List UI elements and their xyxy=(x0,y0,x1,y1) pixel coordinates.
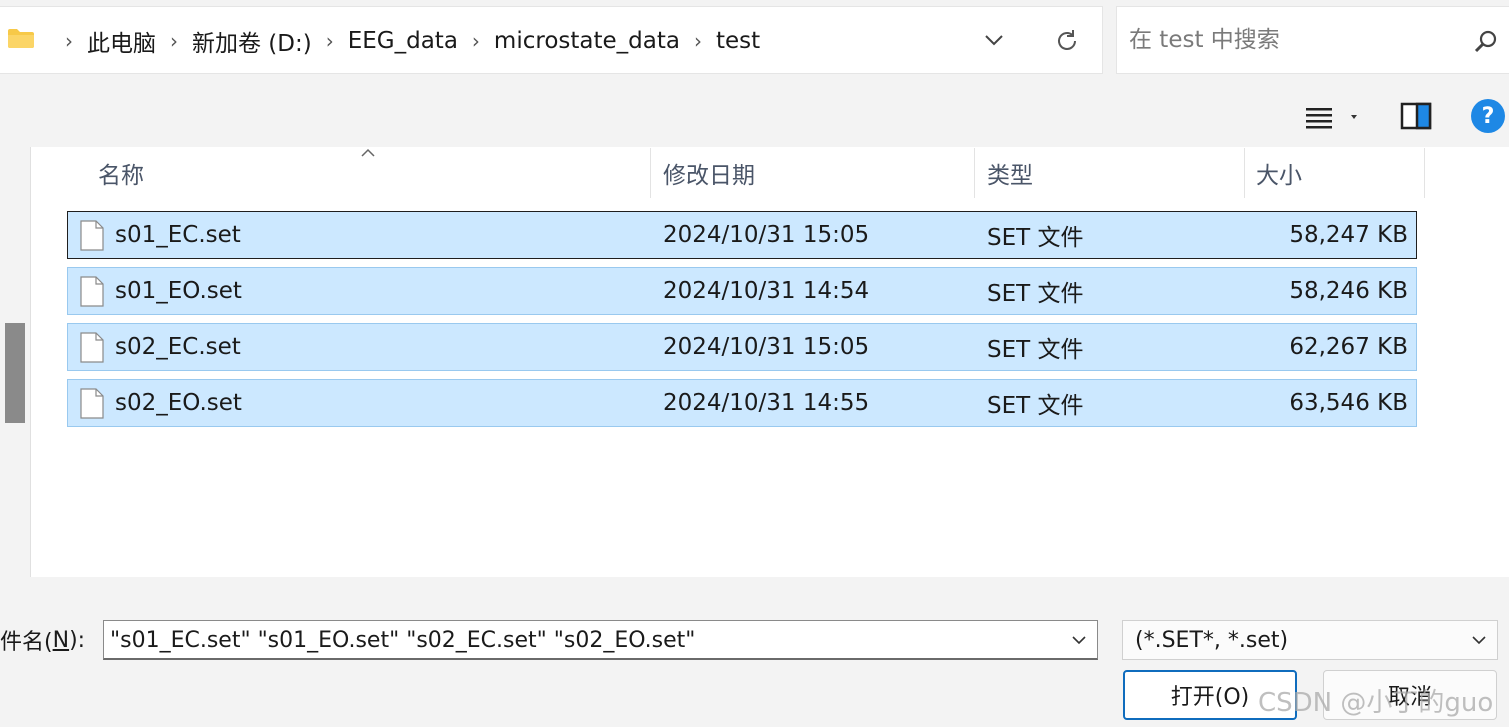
file-type: SET 文件 xyxy=(987,393,1084,419)
breadcrumb-item-test[interactable]: test xyxy=(716,28,760,54)
file-name: s01_EC.set xyxy=(115,222,241,248)
filetype-select[interactable]: (*.SET*, *.set) xyxy=(1122,620,1498,660)
chevron-right-icon[interactable]: › xyxy=(326,29,334,53)
breadcrumb-item-microstate-data[interactable]: microstate_data xyxy=(494,28,680,54)
file-icon xyxy=(80,332,104,363)
file-row[interactable]: s02_EC.set 2024/10/31 15:05 SET 文件 62,26… xyxy=(67,323,1417,371)
filename-label-suffix: ): xyxy=(69,627,86,653)
file-icon xyxy=(80,220,104,251)
search-icon[interactable] xyxy=(1473,29,1499,55)
chevron-right-icon: › xyxy=(65,29,73,53)
file-date: 2024/10/31 14:54 xyxy=(663,278,870,304)
file-icon xyxy=(80,388,104,419)
file-row[interactable]: s01_EC.set 2024/10/31 15:05 SET 文件 58,24… xyxy=(67,211,1417,259)
column-divider[interactable] xyxy=(650,148,651,198)
view-options-icon[interactable] xyxy=(1302,102,1366,132)
file-date: 2024/10/31 15:05 xyxy=(663,334,870,360)
scrollbar-thumb[interactable] xyxy=(5,323,25,423)
filetype-value: (*.SET*, *.set) xyxy=(1135,627,1289,653)
chevron-down-icon[interactable] xyxy=(1471,633,1487,647)
breadcrumb-item-volume-d[interactable]: 新加卷 (D:) xyxy=(192,24,312,58)
column-divider[interactable] xyxy=(1244,148,1245,198)
filename-label-accesskey: N xyxy=(52,627,70,653)
address-bar[interactable]: › 此电脑 › 新加卷 (D:) › EEG_data › microstate… xyxy=(0,6,1103,74)
file-size: 58,247 KB xyxy=(1289,222,1408,248)
cancel-button[interactable]: 取消 xyxy=(1323,670,1497,720)
filename-label: 件名(N): xyxy=(0,622,85,658)
file-name: s02_EC.set xyxy=(115,334,241,360)
file-date: 2024/10/31 14:55 xyxy=(663,390,870,416)
file-type: SET 文件 xyxy=(987,281,1084,307)
file-row[interactable]: s02_EO.set 2024/10/31 14:55 SET 文件 63,54… xyxy=(67,379,1417,427)
column-divider[interactable] xyxy=(974,148,975,198)
file-icon xyxy=(80,276,104,307)
file-date: 2024/10/31 15:05 xyxy=(663,222,870,248)
address-history-dropdown-icon[interactable] xyxy=(981,29,1007,51)
file-type: SET 文件 xyxy=(987,225,1084,251)
chevron-right-icon[interactable]: › xyxy=(472,29,480,53)
breadcrumb: › 此电脑 › 新加卷 (D:) › EEG_data › microstate… xyxy=(51,7,760,75)
file-type: SET 文件 xyxy=(987,337,1084,363)
chevron-down-icon[interactable] xyxy=(1071,633,1087,647)
filename-field[interactable]: "s01_EC.set" "s01_EO.set" "s02_EC.set" "… xyxy=(103,620,1098,660)
column-header-type[interactable]: 类型 xyxy=(987,147,1237,199)
chevron-right-icon[interactable]: › xyxy=(170,29,178,53)
column-header-name[interactable]: 名称 xyxy=(98,147,648,199)
folder-icon xyxy=(8,29,34,48)
breadcrumb-item-eeg-data[interactable]: EEG_data xyxy=(348,28,458,54)
filename-label-prefix: 件名( xyxy=(0,630,53,655)
help-icon[interactable]: ? xyxy=(1471,99,1505,133)
file-size: 62,267 KB xyxy=(1289,334,1408,360)
chevron-right-icon[interactable]: › xyxy=(694,29,702,53)
breadcrumb-item-this-pc[interactable]: 此电脑 xyxy=(87,24,156,58)
column-header-size[interactable]: 大小 xyxy=(1256,147,1416,199)
file-name: s02_EO.set xyxy=(115,390,242,416)
preview-pane-icon[interactable] xyxy=(1400,102,1432,130)
open-button[interactable]: 打开(O) xyxy=(1123,670,1297,720)
refresh-icon[interactable] xyxy=(1053,27,1081,55)
filename-value[interactable]: "s01_EC.set" "s01_EO.set" "s02_EC.set" "… xyxy=(110,621,695,659)
search-input[interactable] xyxy=(1129,23,1459,57)
file-name: s01_EO.set xyxy=(115,278,242,304)
file-row[interactable]: s01_EO.set 2024/10/31 14:54 SET 文件 58,24… xyxy=(67,267,1417,315)
toolbar: ? xyxy=(0,86,1509,146)
column-header-date[interactable]: 修改日期 xyxy=(663,147,963,199)
file-size: 58,246 KB xyxy=(1289,278,1408,304)
file-size: 63,546 KB xyxy=(1289,390,1408,416)
column-divider[interactable] xyxy=(1424,148,1425,198)
search-box[interactable] xyxy=(1116,6,1509,74)
